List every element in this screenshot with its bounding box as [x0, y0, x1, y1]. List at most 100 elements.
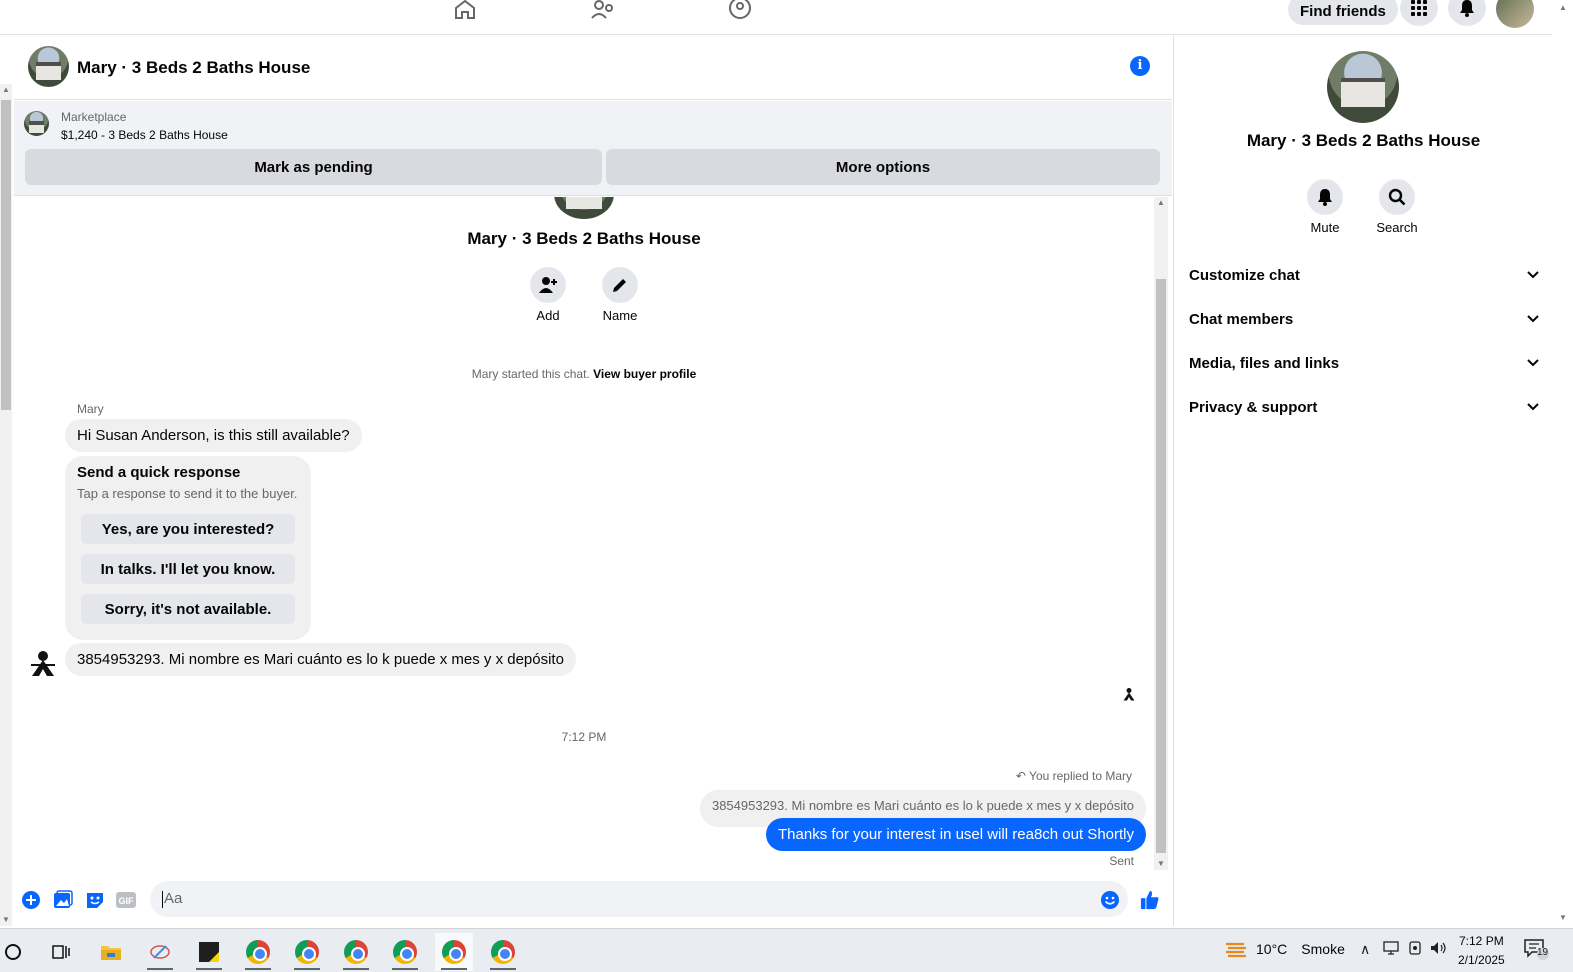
- page-scrollbar[interactable]: ▲ ▼: [0, 84, 12, 926]
- chrome-profile-5-icon[interactable]: [435, 933, 473, 971]
- chat-started-notice: Mary started this chat. View buyer profi…: [14, 367, 1154, 381]
- scroll-down-arrow-icon[interactable]: ▼: [1155, 858, 1167, 870]
- mute-button[interactable]: [1307, 179, 1343, 215]
- section-media-files-links[interactable]: Media, files and links: [1189, 348, 1539, 378]
- bell-icon: [1318, 189, 1332, 206]
- plus-circle-icon[interactable]: [21, 890, 41, 910]
- message-input[interactable]: Aa: [150, 881, 1128, 917]
- chrome-profile-6-icon[interactable]: [484, 933, 522, 971]
- mute-label: Mute: [1310, 220, 1340, 235]
- more-options-button[interactable]: More options: [606, 149, 1160, 185]
- quick-response-option[interactable]: Yes, are you interested?: [81, 514, 295, 544]
- section-privacy-support[interactable]: Privacy & support: [1189, 392, 1539, 422]
- paint-app-icon[interactable]: [141, 933, 179, 971]
- details-avatar[interactable]: [1327, 51, 1399, 123]
- message-input-placeholder: Aa: [164, 890, 183, 907]
- emoji-icon[interactable]: [1100, 890, 1120, 910]
- scroll-down-arrow-icon[interactable]: ▼: [1557, 912, 1569, 924]
- outgoing-message[interactable]: Thanks for your interest in usel will re…: [766, 818, 1146, 851]
- section-chat-members[interactable]: Chat members: [1189, 304, 1539, 334]
- weather-temp: 10°C: [1256, 941, 1288, 957]
- messages-scrollbar-thumb[interactable]: [1156, 279, 1166, 853]
- mark-as-pending-button[interactable]: Mark as pending: [25, 149, 602, 185]
- chrome-profile-2-icon[interactable]: [288, 933, 326, 971]
- chrome-profile-1-icon[interactable]: [239, 933, 277, 971]
- profile-avatar[interactable]: [1496, 0, 1534, 28]
- timestamp-separator: 7:12 PM: [561, 730, 607, 744]
- chrome-profile-3-icon[interactable]: [337, 933, 375, 971]
- quick-response-option[interactable]: In talks. I'll let you know.: [81, 554, 295, 584]
- sender-avatar-icon[interactable]: [29, 649, 57, 677]
- photo-icon[interactable]: [53, 890, 73, 910]
- chrome-profile-4-icon[interactable]: [386, 933, 424, 971]
- chevron-down-icon: [1527, 315, 1539, 323]
- system-clock[interactable]: 7:12 PM 2/1/2025: [1458, 932, 1505, 970]
- meet-now-icon[interactable]: [1408, 941, 1424, 958]
- listing-thumbnail[interactable]: [24, 111, 49, 136]
- scroll-up-arrow-icon[interactable]: ▲: [1557, 2, 1569, 14]
- center-avatar: [554, 197, 614, 219]
- section-label: Customize chat: [1189, 266, 1300, 284]
- view-buyer-profile-link[interactable]: View buyer profile: [593, 367, 696, 381]
- chevron-down-icon: [1527, 359, 1539, 367]
- chevron-down-icon: [1527, 271, 1539, 279]
- reply-arrow-icon: ↶: [1015, 769, 1026, 783]
- file-explorer-icon[interactable]: [92, 933, 130, 971]
- chevron-down-icon: [1527, 403, 1539, 411]
- message-composer: GIF Aa: [14, 875, 1172, 925]
- incoming-message[interactable]: 3854953293. Mi nombre es Mari cuánto es …: [65, 643, 576, 676]
- friends-icon[interactable]: [590, 0, 616, 22]
- incoming-message[interactable]: Hi Susan Anderson, is this still availab…: [65, 419, 362, 452]
- search-button[interactable]: [1379, 179, 1415, 215]
- notification-count: 19: [1537, 947, 1549, 958]
- action-center-icon[interactable]: 19: [1524, 938, 1550, 963]
- notifications-bell-icon[interactable]: [1448, 0, 1486, 26]
- sticky-notes-icon[interactable]: [190, 933, 228, 971]
- network-icon[interactable]: [1383, 941, 1399, 958]
- weather-text: Smoke: [1301, 941, 1345, 957]
- page-scrollbar-thumb[interactable]: [1, 100, 11, 410]
- add-person-icon: [539, 277, 557, 293]
- gif-icon[interactable]: GIF: [116, 890, 136, 910]
- section-label: Privacy & support: [1189, 398, 1318, 416]
- scroll-down-arrow-icon[interactable]: ▼: [0, 914, 12, 926]
- info-icon[interactable]: i: [1130, 56, 1150, 76]
- task-view-icon[interactable]: [42, 933, 80, 971]
- home-icon[interactable]: [452, 0, 478, 22]
- text-caret: [162, 890, 163, 908]
- chevron-up-icon[interactable]: ∧: [1360, 941, 1370, 958]
- scroll-up-arrow-icon[interactable]: ▲: [1155, 197, 1167, 209]
- messages-scrollbar[interactable]: ▲ ▼: [1154, 197, 1168, 870]
- find-friends-button[interactable]: Find friends: [1288, 0, 1398, 25]
- search-label: Search: [1376, 220, 1418, 235]
- sticker-icon[interactable]: [85, 890, 105, 910]
- edit-name-button[interactable]: [602, 267, 638, 303]
- add-person-button[interactable]: [530, 267, 566, 303]
- weather-widget[interactable]: 10°C Smoke: [1224, 939, 1345, 959]
- section-label: Media, files and links: [1189, 354, 1340, 372]
- search-circle-icon[interactable]: [0, 933, 32, 971]
- groups-icon[interactable]: [727, 0, 753, 22]
- volume-icon[interactable]: [1430, 941, 1448, 958]
- chat-title[interactable]: Mary · 3 Beds 2 Baths House: [77, 58, 310, 78]
- chat-header: Mary · 3 Beds 2 Baths House i: [14, 36, 1172, 100]
- listing-price[interactable]: $1,240 - 3 Beds 2 Baths House: [61, 128, 228, 142]
- windows-taskbar: 10°C Smoke ∧ 7:12 PM 2/1/2025 19: [0, 928, 1573, 972]
- replied-indicator: ↶ You replied to Mary: [1016, 769, 1132, 783]
- started-text: Mary started this chat.: [471, 367, 590, 381]
- add-label: Add: [536, 308, 560, 323]
- section-label: Chat members: [1189, 310, 1294, 328]
- replied-text: You replied to Mary: [1029, 769, 1132, 783]
- quick-response-option[interactable]: Sorry, it's not available.: [81, 594, 295, 624]
- chat-avatar[interactable]: [28, 46, 69, 87]
- section-customize-chat[interactable]: Customize chat: [1189, 260, 1539, 290]
- quick-response-subtitle: Tap a response to send it to the buyer.: [77, 486, 298, 501]
- menu-grid-icon[interactable]: [1400, 0, 1438, 26]
- message-list: Mary · 3 Beds 2 Baths House Add Name Mar…: [14, 197, 1154, 873]
- quick-response-title: Send a quick response: [77, 464, 241, 481]
- sent-status: Sent: [1109, 854, 1134, 868]
- scroll-up-arrow-icon[interactable]: ▲: [0, 84, 12, 96]
- name-label: Name: [602, 308, 638, 323]
- thumbs-up-icon[interactable]: [1140, 890, 1160, 910]
- window-scrollbar[interactable]: ▲ ▼: [1552, 0, 1573, 927]
